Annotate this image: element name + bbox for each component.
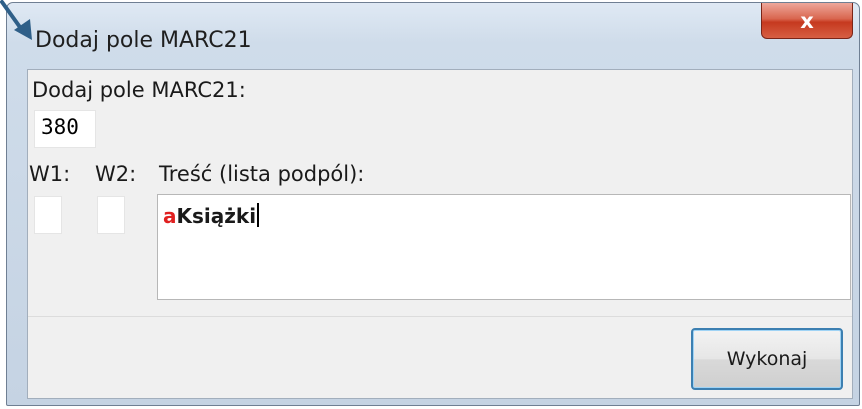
w1-input[interactable] bbox=[34, 196, 62, 234]
w2-input[interactable] bbox=[97, 196, 125, 234]
field-code-value: 380 bbox=[41, 115, 79, 139]
close-button[interactable]: x bbox=[761, 3, 853, 39]
subfield-value: Książki bbox=[176, 204, 257, 228]
close-icon: x bbox=[800, 8, 814, 33]
field-code-input[interactable]: 380 bbox=[34, 110, 96, 148]
pointer-arrow-icon bbox=[0, 0, 32, 40]
w2-label: W2: bbox=[95, 162, 137, 186]
content-label: Treść (lista podpól): bbox=[159, 162, 365, 186]
subfield-code: a bbox=[163, 204, 177, 228]
title-bar[interactable]: Dodaj pole MARC21 x bbox=[7, 3, 859, 69]
w1-label: W1: bbox=[29, 162, 71, 186]
content-textarea[interactable]: aKsiążki bbox=[157, 194, 851, 300]
window-title: Dodaj pole MARC21 bbox=[35, 28, 252, 53]
dialog-window: Dodaj pole MARC21 x Dodaj pole MARC21: 3… bbox=[6, 2, 860, 406]
text-caret bbox=[257, 203, 260, 227]
field-code-label: Dodaj pole MARC21: bbox=[32, 78, 246, 102]
content-line: aKsiążki bbox=[163, 203, 260, 228]
submit-button[interactable]: Wykonaj bbox=[691, 328, 843, 390]
dialog-body: Dodaj pole MARC21: 380 W1: W2: Treść (li… bbox=[27, 69, 853, 399]
